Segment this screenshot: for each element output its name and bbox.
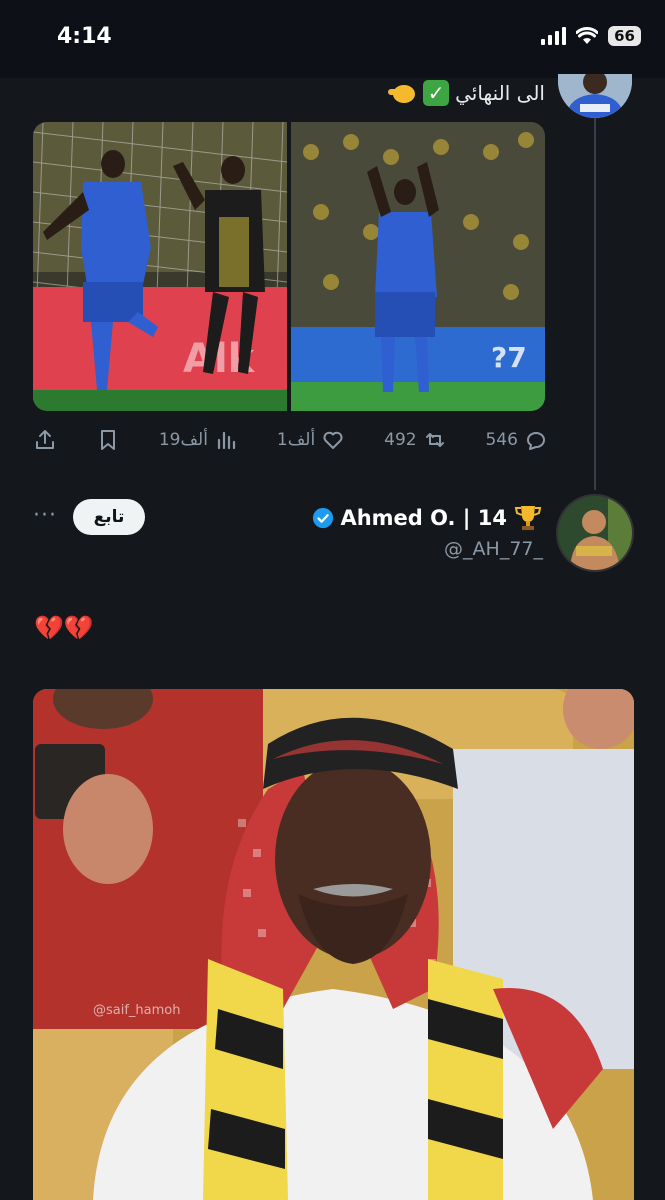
tweet-text-content: الى النهائي <box>455 81 545 105</box>
cellular-signal-icon <box>541 27 567 45</box>
follow-button[interactable]: تابع <box>73 499 145 535</box>
views-chart-icon <box>217 431 236 450</box>
more-options-button[interactable]: ··· <box>33 503 57 528</box>
media-photo-left[interactable]: Alk <box>33 122 287 411</box>
avatar[interactable] <box>556 494 634 572</box>
reply-bubble-icon <box>526 432 545 450</box>
retweet-icon <box>425 433 444 447</box>
share-button[interactable] <box>33 428 57 452</box>
verified-badge-icon <box>313 507 334 529</box>
status-icons: 66 <box>541 26 641 46</box>
battery-indicator: 66 <box>608 26 641 46</box>
reply-count: 546 <box>485 430 518 450</box>
heart-icon <box>323 431 343 449</box>
check-mark-emoji: ✓ <box>423 80 450 106</box>
tweet-media-grid[interactable]: Alk ?7 <box>33 122 545 411</box>
tweet-text: الى النهائي ✓ <box>387 80 545 106</box>
media-photo-right[interactable]: ?7 <box>291 122 545 411</box>
like-button[interactable]: 1ألف <box>277 428 345 452</box>
watermark: @saif_hamoh <box>93 1003 181 1018</box>
tweet-action-bar: 19ألف 1ألف 492 546 <box>33 424 548 456</box>
retweet-count: 492 <box>384 430 417 450</box>
pointing-hand-emoji <box>387 80 417 106</box>
trophy-emoji <box>514 506 542 530</box>
like-count: 1ألف <box>276 430 316 450</box>
status-bar: 4:14 66 <box>0 0 665 78</box>
views-count-value: 19ألف <box>158 430 208 450</box>
reply-button[interactable]: 546 <box>485 428 547 452</box>
retweet-button[interactable]: 492 <box>384 428 446 452</box>
views-count[interactable]: 19ألف <box>159 428 238 452</box>
status-time: 4:14 <box>57 24 112 49</box>
svg-text:?7: ?7 <box>491 341 527 374</box>
user-handle[interactable]: @_AH_77_ <box>444 538 543 560</box>
tweet-text: 💔💔 <box>34 614 94 642</box>
display-name-text: Ahmed O. | 14 <box>340 506 507 530</box>
share-icon <box>36 430 54 449</box>
display-name[interactable]: Ahmed O. | 14 <box>312 503 543 533</box>
bookmark-button[interactable] <box>96 428 120 452</box>
wifi-icon <box>576 27 599 44</box>
bookmark-icon <box>100 430 115 450</box>
thread-connector-line <box>594 118 596 490</box>
avatar[interactable] <box>558 74 632 118</box>
tweet-media-photo[interactable]: @saif_hamoh <box>33 689 634 1200</box>
